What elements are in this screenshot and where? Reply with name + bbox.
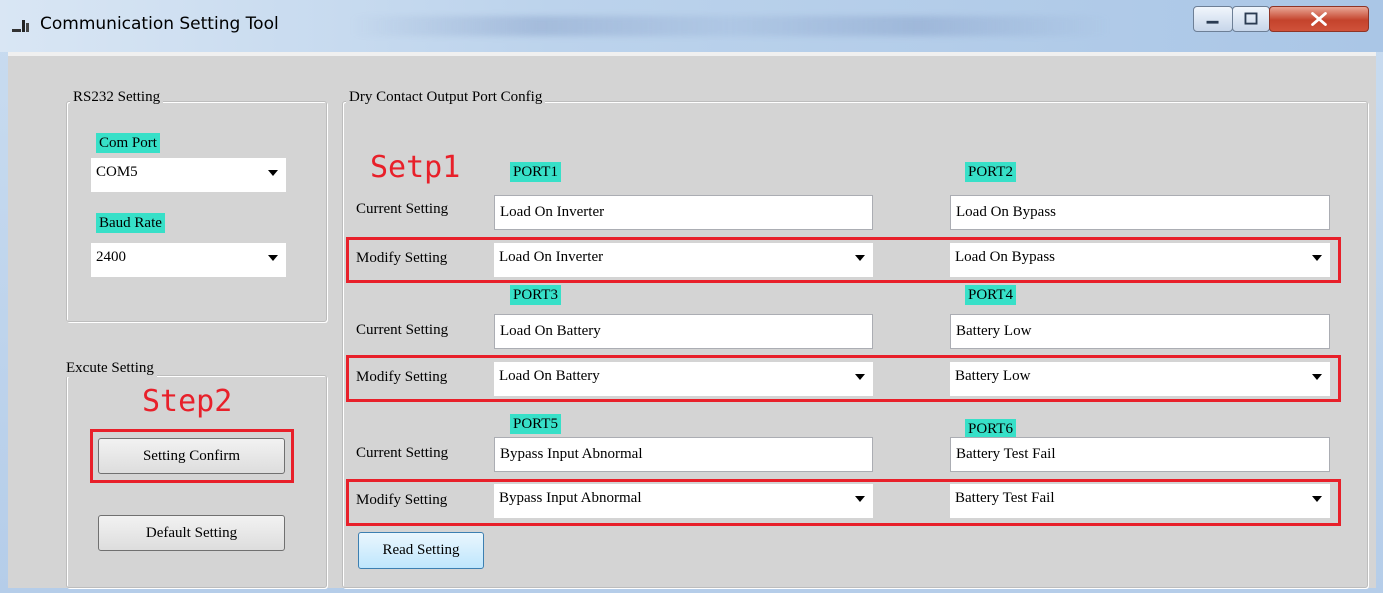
minimize-icon xyxy=(1206,20,1219,24)
app-window: Communication Setting Tool RS232 Setting… xyxy=(0,0,1383,593)
execute-group-title: Excute Setting xyxy=(63,360,157,377)
read-setting-button[interactable]: Read Setting xyxy=(358,532,484,569)
port1-label: PORT1 xyxy=(510,162,561,182)
baud-rate-label: Baud Rate xyxy=(96,213,165,233)
port3-current-field[interactable]: Load On Battery xyxy=(494,314,873,349)
port4-current-field[interactable]: Battery Low xyxy=(950,314,1330,349)
port6-current-field[interactable]: Battery Test Fail xyxy=(950,437,1330,472)
modify-row2-highlight-box xyxy=(346,355,1341,402)
port2-label: PORT2 xyxy=(965,162,1016,182)
close-icon xyxy=(1311,12,1327,26)
step2-annotation: Step2 xyxy=(142,384,233,419)
com-port-label: Com Port xyxy=(96,133,160,153)
blurred-title-region xyxy=(350,16,1110,36)
chevron-down-icon xyxy=(268,170,278,176)
modify-row1-highlight-box xyxy=(346,237,1341,283)
port5-label: PORT5 xyxy=(510,414,561,434)
title-bar[interactable]: Communication Setting Tool xyxy=(0,0,1383,52)
window-title: Communication Setting Tool xyxy=(40,14,279,34)
current-setting-label: Current Setting xyxy=(356,201,449,217)
port2-current-field[interactable]: Load On Bypass xyxy=(950,195,1330,230)
port6-label: PORT6 xyxy=(965,419,1016,439)
com-port-select[interactable]: COM5 xyxy=(91,158,286,192)
current-setting-label: Current Setting xyxy=(356,322,449,338)
modify-row3-highlight-box xyxy=(346,479,1341,526)
minimize-button[interactable] xyxy=(1193,6,1233,32)
maximize-icon xyxy=(1244,12,1258,25)
chevron-down-icon xyxy=(268,255,278,261)
client-area: RS232 Setting Com Port COM5 Baud Rate 24… xyxy=(8,52,1376,588)
rs232-group-title: RS232 Setting xyxy=(70,89,164,106)
dry-contact-group-title: Dry Contact Output Port Config xyxy=(346,89,546,106)
current-setting-label: Current Setting xyxy=(356,445,449,461)
close-button[interactable] xyxy=(1269,6,1369,32)
port4-label: PORT4 xyxy=(965,285,1016,305)
step2-highlight-box xyxy=(90,429,294,483)
client-panel: RS232 Setting Com Port COM5 Baud Rate 24… xyxy=(8,56,1376,588)
step1-annotation: Setp1 xyxy=(370,150,461,185)
app-icon xyxy=(12,20,29,32)
port1-current-field[interactable]: Load On Inverter xyxy=(494,195,873,230)
port3-label: PORT3 xyxy=(510,285,561,305)
baud-rate-value: 2400 xyxy=(96,249,126,265)
maximize-button[interactable] xyxy=(1232,6,1270,32)
default-setting-button[interactable]: Default Setting xyxy=(98,515,285,551)
baud-rate-select[interactable]: 2400 xyxy=(91,243,286,277)
com-port-value: COM5 xyxy=(96,164,138,180)
port5-current-field[interactable]: Bypass Input Abnormal xyxy=(494,437,873,472)
